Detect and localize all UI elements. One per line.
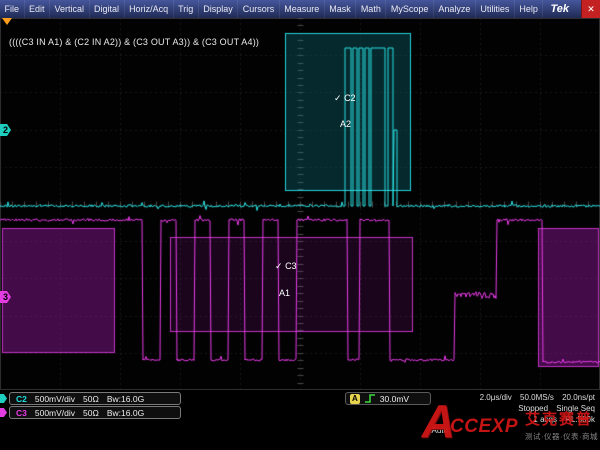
c2-readout[interactable]: C2 500mV/div 50Ω Bw:16.0G	[9, 392, 181, 405]
menu-item-cursors[interactable]: Cursors	[238, 0, 280, 18]
menu-item-edit[interactable]: Edit	[25, 0, 51, 18]
zone-a2-label: A2	[340, 119, 351, 129]
menu-item-mask[interactable]: Mask	[325, 0, 357, 18]
check-icon: ✓	[334, 93, 342, 103]
tek-logo: Tek	[550, 0, 569, 18]
c3-position-icon	[0, 408, 7, 417]
readout-bar: C2 500mV/div 50Ω Bw:16.0G C3 500mV/div 5…	[0, 390, 600, 450]
menu-bar: File Edit Vertical Digital Horiz/Acq Tri…	[0, 0, 600, 18]
c2-scale: 500mV/div	[35, 394, 75, 404]
c3-readout[interactable]: C3 500mV/div 50Ω Bw:16.0G	[9, 406, 181, 419]
c2-position-icon	[0, 394, 7, 403]
menu-item-help[interactable]: Help	[515, 0, 544, 18]
waveform-display: ((((C3 IN A1) & (C2 IN A2)) & (C3 OUT A3…	[0, 18, 600, 390]
c3-channel-label: C3	[16, 408, 27, 418]
accexp-cn-sub: 测试·仪器·仪表·商城	[525, 431, 598, 442]
rising-edge-icon	[364, 393, 376, 404]
menu-spacer	[543, 0, 550, 18]
c3-termination: 50Ω	[83, 408, 99, 418]
menu-item-vertical[interactable]: Vertical	[50, 0, 90, 18]
trigger-readout[interactable]: A 30.0mV	[345, 392, 431, 405]
trigger-source-badge: A	[350, 394, 360, 404]
menu-item-horizacq[interactable]: Horiz/Acq	[125, 0, 174, 18]
close-button[interactable]: ✕	[581, 0, 600, 18]
menu-item-utilities[interactable]: Utilities	[476, 0, 515, 18]
menu-item-file[interactable]: File	[0, 0, 25, 18]
zone-a1-label: A1	[279, 288, 290, 298]
c2-bandwidth: Bw:16.0G	[107, 394, 144, 404]
menu-item-analyze[interactable]: Analyze	[434, 0, 476, 18]
zone-a2-source: C2	[344, 93, 356, 103]
zone-a2-source-label: ✓ C2	[334, 93, 356, 104]
zone-a1-source: C3	[285, 261, 297, 271]
c3-bandwidth: Bw:16.0G	[107, 408, 144, 418]
menu-item-display[interactable]: Display	[199, 0, 239, 18]
boolean-expression: ((((C3 IN A1) & (C2 IN A2)) & (C3 OUT A3…	[9, 37, 259, 47]
accexp-name: CCEXP	[450, 416, 518, 438]
c3-scale: 500mV/div	[35, 408, 75, 418]
c2-channel-label: C2	[16, 394, 27, 404]
accexp-cn-name: 艾克赛普	[525, 408, 598, 429]
zone-a1-source-label: ✓ C3	[275, 261, 297, 272]
trigger-level: 30.0mV	[380, 394, 409, 404]
menu-item-measure[interactable]: Measure	[280, 0, 325, 18]
check-icon: ✓	[275, 261, 283, 271]
menu-item-digital[interactable]: Digital	[90, 0, 125, 18]
c2-termination: 50Ω	[83, 394, 99, 404]
watermark: A CCEXP 艾克赛普 测试·仪器·仪表·商城	[422, 392, 598, 449]
menu-item-trig[interactable]: Trig	[174, 0, 199, 18]
waveform-canvas	[0, 18, 600, 390]
menu-item-math[interactable]: Math	[356, 0, 386, 18]
menu-item-myscope[interactable]: MyScope	[386, 0, 434, 18]
